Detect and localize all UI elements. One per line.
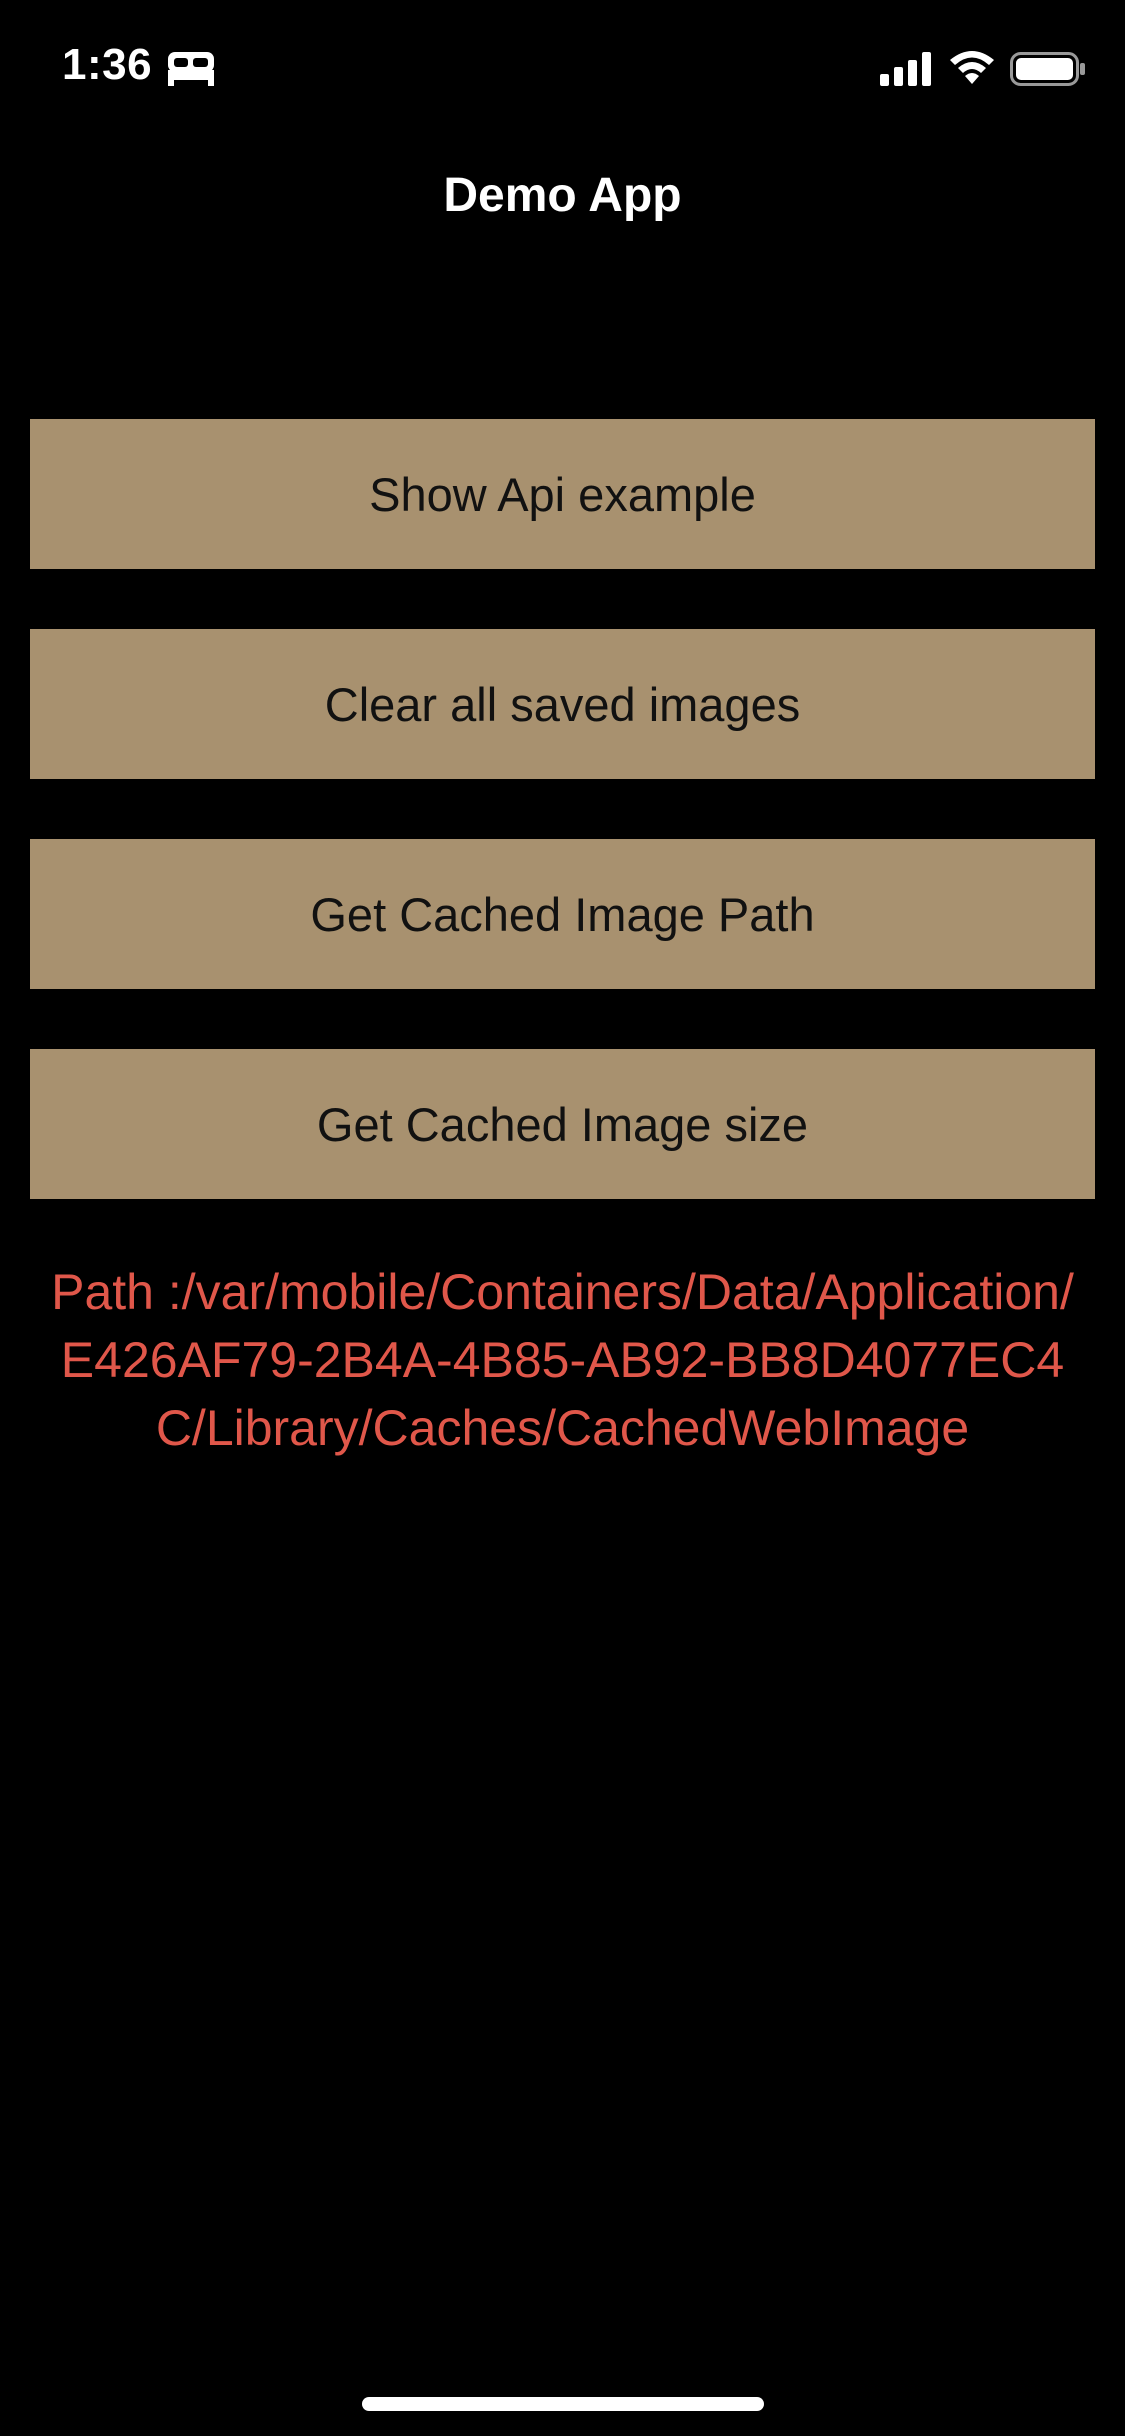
- clear-saved-images-button[interactable]: Clear all saved images: [30, 629, 1095, 779]
- battery-icon: [1010, 52, 1085, 86]
- home-indicator[interactable]: [362, 2397, 764, 2411]
- status-time: 1:36: [62, 40, 153, 89]
- wifi-icon: [950, 51, 994, 84]
- get-cached-image-size-button[interactable]: Get Cached Image size: [30, 1049, 1095, 1199]
- bed-icon: [168, 52, 214, 86]
- nav-title: Demo App: [443, 169, 682, 222]
- cellular-signal-icon: [880, 52, 931, 86]
- show-api-example-button[interactable]: Show Api example: [30, 419, 1095, 569]
- status-bar: 1:36: [0, 0, 1125, 132]
- get-cached-image-path-button[interactable]: Get Cached Image Path: [30, 839, 1095, 989]
- cached-path-result: Path :/var/mobile/Containers/Data/Applic…: [51, 1264, 1074, 1456]
